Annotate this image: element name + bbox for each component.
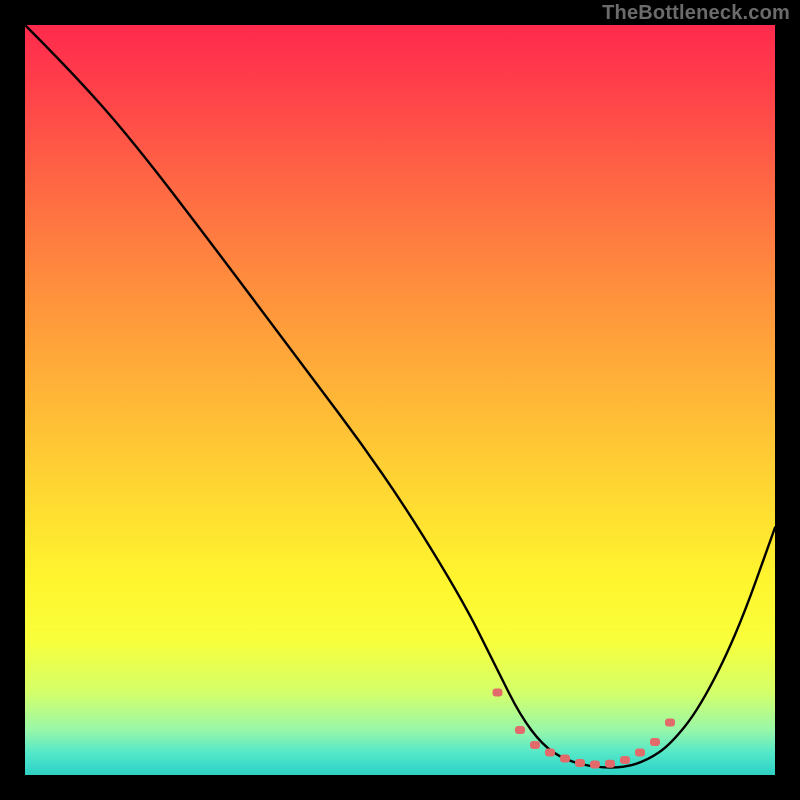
marker-dot: [590, 761, 600, 769]
marker-dot: [515, 726, 525, 734]
curve-svg: [25, 25, 775, 775]
marker-dot: [635, 749, 645, 757]
marker-dot: [665, 719, 675, 727]
marker-dot: [605, 760, 615, 768]
marker-dot: [560, 755, 570, 763]
chart-frame: TheBottleneck.com: [0, 0, 800, 800]
marker-dot: [650, 738, 660, 746]
marker-dot: [575, 759, 585, 767]
bottleneck-curve: [25, 25, 775, 768]
marker-dot: [530, 741, 540, 749]
marker-dot: [620, 756, 630, 764]
marker-dot: [545, 749, 555, 757]
optimal-band-markers: [493, 689, 676, 769]
marker-dot: [493, 689, 503, 697]
plot-area: [25, 25, 775, 775]
watermark-text: TheBottleneck.com: [602, 2, 790, 25]
